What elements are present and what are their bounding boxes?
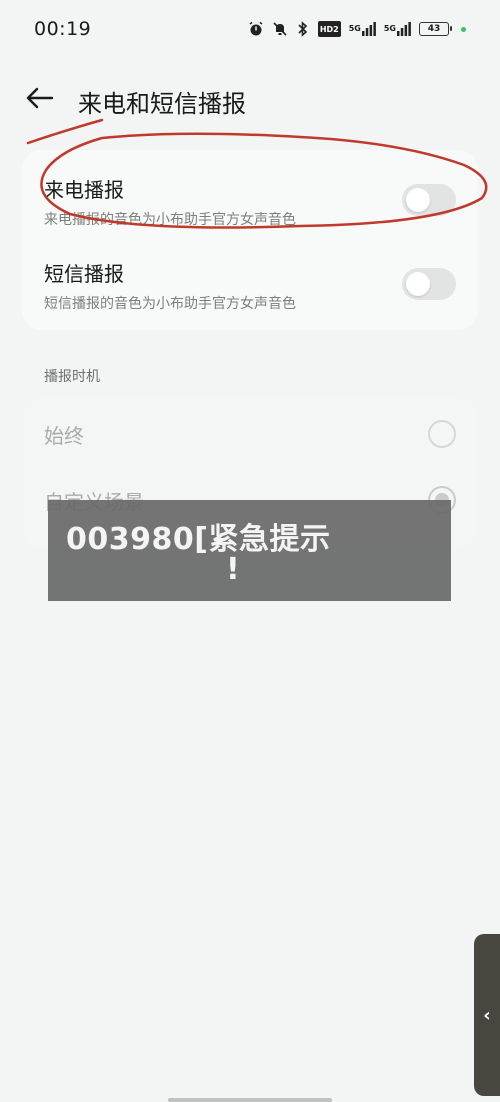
battery-level: 43 <box>427 24 441 34</box>
timing-option-label: 始终 <box>44 424 84 448</box>
bluetooth-icon <box>296 21 310 37</box>
status-icons: HD2 5G 5G 43 <box>248 21 466 37</box>
toggle-knob <box>406 272 430 296</box>
net-label: 5G <box>383 24 396 33</box>
timing-option-always[interactable]: 始终 <box>44 414 456 454</box>
watermark-text: 003980[紧急提示 <box>66 522 331 557</box>
signal-icon: 5G <box>384 21 411 37</box>
page-header: 来电和短信播报 <box>0 78 500 122</box>
watermark-exclaim: ! <box>226 552 240 587</box>
call-broadcast-title: 来电播报 <box>44 178 124 202</box>
alarm-icon <box>248 21 264 37</box>
side-drawer-tab[interactable]: ‹ <box>474 934 500 1096</box>
timing-section-title: 播报时机 <box>44 369 100 385</box>
sms-broadcast-title: 短信播报 <box>44 262 124 286</box>
radio-button[interactable] <box>428 420 456 448</box>
hd-icon: HD2 <box>317 21 341 37</box>
sms-broadcast-subtitle: 短信播报的音色为小布助手官方女声音色 <box>44 296 296 312</box>
status-bar: 00:19 HD2 5G 5G 43 <box>0 0 500 58</box>
home-indicator[interactable] <box>168 1098 332 1102</box>
mute-icon <box>272 21 288 37</box>
broadcast-settings-card: 来电播报 来电播报的音色为小布助手官方女声音色 短信播报 短信播报的音色为小布助… <box>22 150 478 330</box>
back-button[interactable] <box>24 82 56 114</box>
arrow-left-icon <box>26 87 54 109</box>
net-label: 5G <box>348 24 361 33</box>
battery-icon: 43 <box>419 22 452 36</box>
page-title: 来电和短信播报 <box>78 90 246 118</box>
call-broadcast-toggle[interactable] <box>402 184 456 216</box>
watermark-banner: 003980[紧急提示 ! <box>48 500 451 601</box>
call-broadcast-subtitle: 来电播报的音色为小布助手官方女声音色 <box>44 212 296 228</box>
signal-icon: 5G <box>349 21 376 37</box>
sms-broadcast-row[interactable]: 短信播报 短信播报的音色为小布助手官方女声音色 <box>44 258 456 313</box>
toggle-knob <box>406 188 430 212</box>
call-broadcast-row[interactable]: 来电播报 来电播报的音色为小布助手官方女声音色 <box>44 174 456 229</box>
status-time: 00:19 <box>34 18 92 40</box>
privacy-indicator-icon <box>461 26 466 32</box>
chevron-left-icon: ‹ <box>483 1004 491 1026</box>
sms-broadcast-toggle[interactable] <box>402 268 456 300</box>
